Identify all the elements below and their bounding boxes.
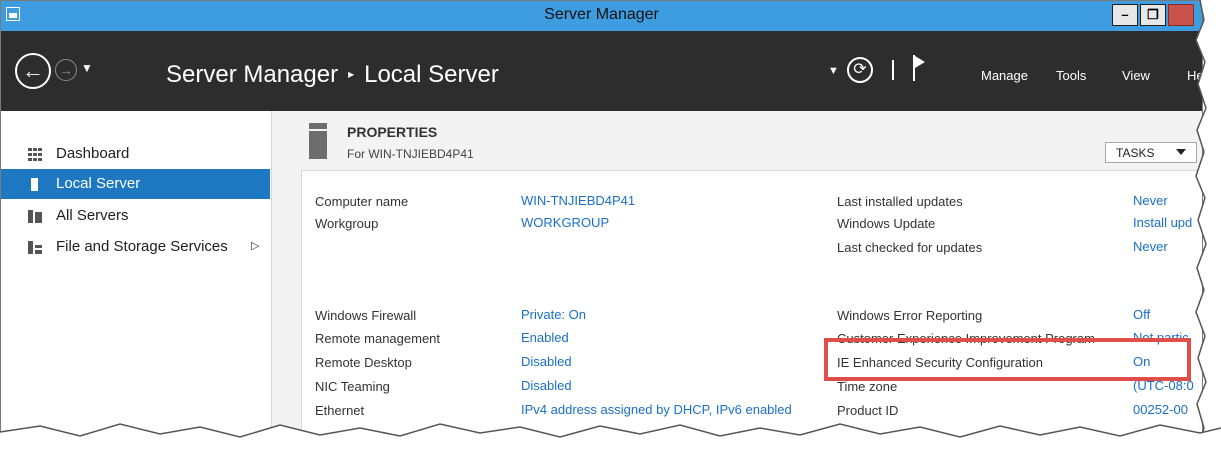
forward-arrow-icon[interactable]: →: [55, 59, 77, 81]
expand-arrow-icon[interactable]: ▷: [251, 239, 259, 252]
title-bar: Server Manager – ❐: [1, 1, 1202, 31]
property-value-link[interactable]: Enabled: [521, 330, 569, 345]
torn-edge-right: [1186, 0, 1221, 451]
property-value-link[interactable]: Never: [1133, 193, 1168, 208]
property-label: Last checked for updates: [837, 240, 983, 255]
property-label: Computer name: [315, 194, 409, 209]
refresh-dropdown-icon[interactable]: ▼: [828, 65, 839, 77]
menu-view[interactable]: View: [1122, 68, 1150, 83]
notifications-flag-icon[interactable]: [913, 55, 927, 81]
property-label: NIC Teaming: [315, 379, 390, 394]
window-title: Server Manager: [544, 6, 659, 23]
property-value-link[interactable]: IPv4 address assigned by DHCP, IPv6 enab…: [521, 402, 792, 417]
tasks-dropdown[interactable]: TASKS: [1105, 142, 1197, 163]
sidebar: Dashboard Local Server All Servers File …: [1, 111, 272, 439]
server-icon: [28, 178, 42, 191]
back-arrow-icon[interactable]: ←: [15, 53, 51, 89]
sidebar-item-label: Dashboard: [56, 145, 130, 162]
menu-tools[interactable]: Tools: [1056, 68, 1086, 83]
property-label: Remote management: [315, 331, 441, 346]
properties-tile-icon: [309, 123, 327, 159]
property-label: Product ID: [837, 403, 899, 418]
property-label: Ethernet: [315, 403, 365, 418]
dashboard-icon: [28, 148, 42, 161]
breadcrumb-separator-icon: ▸: [348, 67, 355, 81]
storage-icon: [28, 241, 42, 254]
restore-button[interactable]: ❐: [1140, 4, 1166, 26]
header-bar: ← → ▼ Server Manager ▸ Local Server ▼ ⟳ Ma…: [1, 31, 1202, 111]
sidebar-item-label: All Servers: [56, 207, 129, 224]
sidebar-item-all-servers[interactable]: All Servers: [1, 201, 270, 231]
property-label: Windows Error Reporting: [837, 308, 983, 323]
property-value-link[interactable]: Disabled: [521, 354, 572, 369]
property-label: Windows Update: [837, 216, 936, 231]
property-value-link[interactable]: Private: On: [521, 307, 586, 322]
property-value-link[interactable]: Disabled: [521, 378, 572, 393]
sidebar-item-dashboard[interactable]: Dashboard: [1, 139, 270, 169]
property-value-link[interactable]: WORKGROUP: [521, 215, 609, 230]
tasks-label: TASKS: [1116, 146, 1155, 160]
torn-edge-bottom: [0, 423, 1221, 451]
header-divider: [892, 60, 894, 80]
sidebar-item-label: Local Server: [56, 175, 141, 192]
property-label: Last installed updates: [837, 194, 963, 209]
servers-icon: [28, 210, 42, 223]
breadcrumb-root[interactable]: Server Manager: [166, 61, 338, 88]
refresh-icon[interactable]: ⟳: [847, 57, 873, 83]
menu-manage[interactable]: Manage: [981, 68, 1028, 83]
property-label: Remote Desktop: [315, 355, 412, 370]
sidebar-item-local-server[interactable]: Local Server: [1, 169, 270, 199]
sidebar-item-file-storage[interactable]: File and Storage Services ▷: [1, 232, 270, 262]
property-label: Windows Firewall: [315, 308, 417, 323]
property-value-link[interactable]: WIN-TNJIEBD4P41: [521, 193, 635, 208]
main-content: PROPERTIES For WIN-TNJIEBD4P41 TASKS Com…: [272, 111, 1202, 439]
sidebar-item-label: File and Storage Services: [56, 238, 228, 255]
section-title: PROPERTIES: [347, 124, 438, 140]
highlight-box: [824, 338, 1191, 381]
minimize-button[interactable]: –: [1112, 4, 1138, 26]
property-value-link[interactable]: Off: [1133, 307, 1150, 322]
property-value-link[interactable]: 00252-00: [1133, 402, 1188, 417]
property-label: Workgroup: [315, 216, 379, 231]
breadcrumb: Server Manager ▸ Local Server: [166, 61, 499, 89]
section-subtitle: For WIN-TNJIEBD4P41: [347, 147, 474, 161]
nav-history-dropdown-icon[interactable]: ▼: [81, 61, 93, 75]
breadcrumb-current: Local Server: [364, 61, 499, 88]
property-label: Time zone: [837, 379, 898, 394]
property-value-link[interactable]: Install upd: [1133, 215, 1192, 230]
property-value-link[interactable]: Never: [1133, 239, 1168, 254]
chevron-down-icon: [1176, 149, 1186, 155]
properties-panel: Computer name WIN-TNJIEBD4P41 Workgroup …: [301, 170, 1202, 439]
window-controls: – ❐: [1112, 4, 1194, 26]
